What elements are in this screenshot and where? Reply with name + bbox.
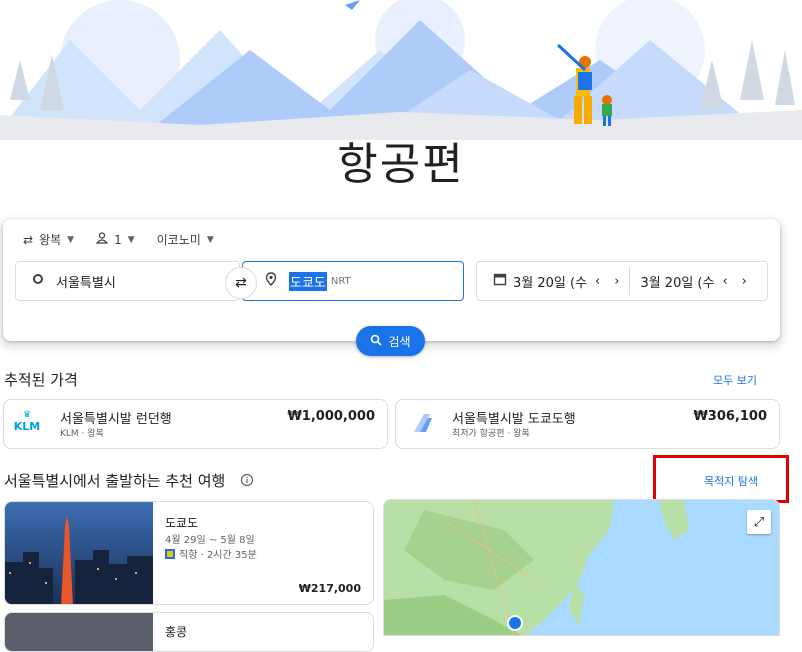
date-range-picker[interactable]: 3월 20일 (수 ‹ › 3월 20일 (수 ‹ › [476,261,768,301]
recommended-heading: 서울특별시에서 출발하는 추천 여행 [4,470,254,491]
route-subtitle: 최저가 항공편 · 왕복 [452,429,530,439]
map-tiles [384,500,779,635]
swap-arrows-icon: ⇄ [235,275,247,291]
cabin-class-dropdown[interactable]: 이코노미 ▼ [157,231,214,248]
route-title: 서울특별시발 런던행 [60,412,172,427]
flight-search-panel: ⇄ 왕복 ▼ 1 ▼ 이코노미 ▼ 서울특별시 ⇄ 도쿄도 NRT 3월 20일… [3,219,780,341]
calendar-icon [493,272,507,290]
destination-city: 홍콩 [165,625,188,639]
search-button[interactable]: 검색 [356,326,425,356]
expand-icon[interactable]: ⤢ [747,510,771,534]
highlight-annotation-box [653,455,789,503]
airport-code: NRT [330,275,351,287]
passenger-count: 1 [114,232,122,247]
origin-input[interactable]: 서울특별시 [15,261,240,301]
info-icon[interactable] [240,473,254,491]
chevron-left-icon[interactable]: ‹ [722,274,727,289]
chevron-right-icon[interactable]: › [614,274,619,289]
destination-card[interactable]: 도쿄도 4월 29일 ~ 5월 8일 직항 · 2시간 35분 ₩217,000 [4,501,374,605]
person-icon [95,232,109,247]
destination-photo [5,613,153,651]
page-title: 항공편 [337,139,465,190]
chevron-down-icon: ▼ [67,234,75,245]
departure-date[interactable]: 3월 20일 (수 [513,272,587,291]
recommended-heading-text: 서울특별시에서 출발하는 추천 여행 [4,472,226,490]
tracked-prices-heading: 추적된 가격 [4,371,78,389]
return-date[interactable]: 3월 20일 (수 [640,272,714,291]
origin-value: 서울특별시 [56,275,116,291]
trip-type-dropdown[interactable]: ⇄ 왕복 ▼ [23,231,74,248]
airplane-tail-icon [410,412,434,438]
tracked-price-card[interactable]: 서울특별시발 도쿄도행 최저가 항공편 · 왕복 ₩306,100 [395,399,780,449]
flight-info-text: 직항 · 2시간 35분 [179,550,257,561]
search-button-label: 검색 [388,334,411,349]
destination-card[interactable]: 홍콩 [4,612,374,652]
destination-price: ₩217,000 [298,582,361,595]
chevron-left-icon[interactable]: ‹ [595,274,600,289]
destination-input[interactable]: 도쿄도 NRT [242,261,464,301]
route-title: 서울특별시발 도쿄도행 [452,412,576,427]
crown-icon: ♛ [22,410,32,420]
trip-type-label: 왕복 [39,233,62,247]
circle-origin-icon [32,273,44,289]
price-label: ₩1,000,000 [287,409,375,424]
hero-illustration [0,0,802,140]
airline-logo-text: KLM [13,420,41,433]
airline-logo: ♛ KLM [12,410,42,433]
swap-arrows-icon: ⇄ [23,232,34,247]
passengers-dropdown[interactable]: 1 ▼ [95,231,135,248]
destination-city: 도쿄도 [165,516,199,530]
destination-map[interactable]: ⤢ [383,499,780,636]
see-all-link[interactable]: 모두 보기 [713,372,757,388]
chevron-down-icon: ▼ [206,234,214,245]
date-divider [629,267,631,295]
cabin-class-label: 이코노미 [156,233,201,247]
destination-photo [5,502,153,604]
search-options-row: ⇄ 왕복 ▼ 1 ▼ 이코노미 ▼ [23,231,214,248]
tracked-price-card[interactable]: ♛ KLM 서울특별시발 런던행 KLM · 왕복 ₩1,000,000 [3,399,388,449]
destination-dates: 4월 29일 ~ 5월 8일 [165,535,255,546]
flight-info: 직항 · 2시간 35분 [165,546,257,561]
chevron-down-icon: ▼ [127,234,135,245]
location-pin-icon [265,272,277,290]
search-icon [370,334,383,349]
mountain-scene-illustration [0,0,802,140]
destination-value: 도쿄도 [289,271,327,291]
price-label: ₩306,100 [693,409,767,424]
route-subtitle: KLM · 왕복 [60,429,104,439]
airline-logo-icon [165,548,175,559]
chevron-right-icon[interactable]: › [742,274,747,289]
swap-button[interactable]: ⇄ [225,267,257,299]
